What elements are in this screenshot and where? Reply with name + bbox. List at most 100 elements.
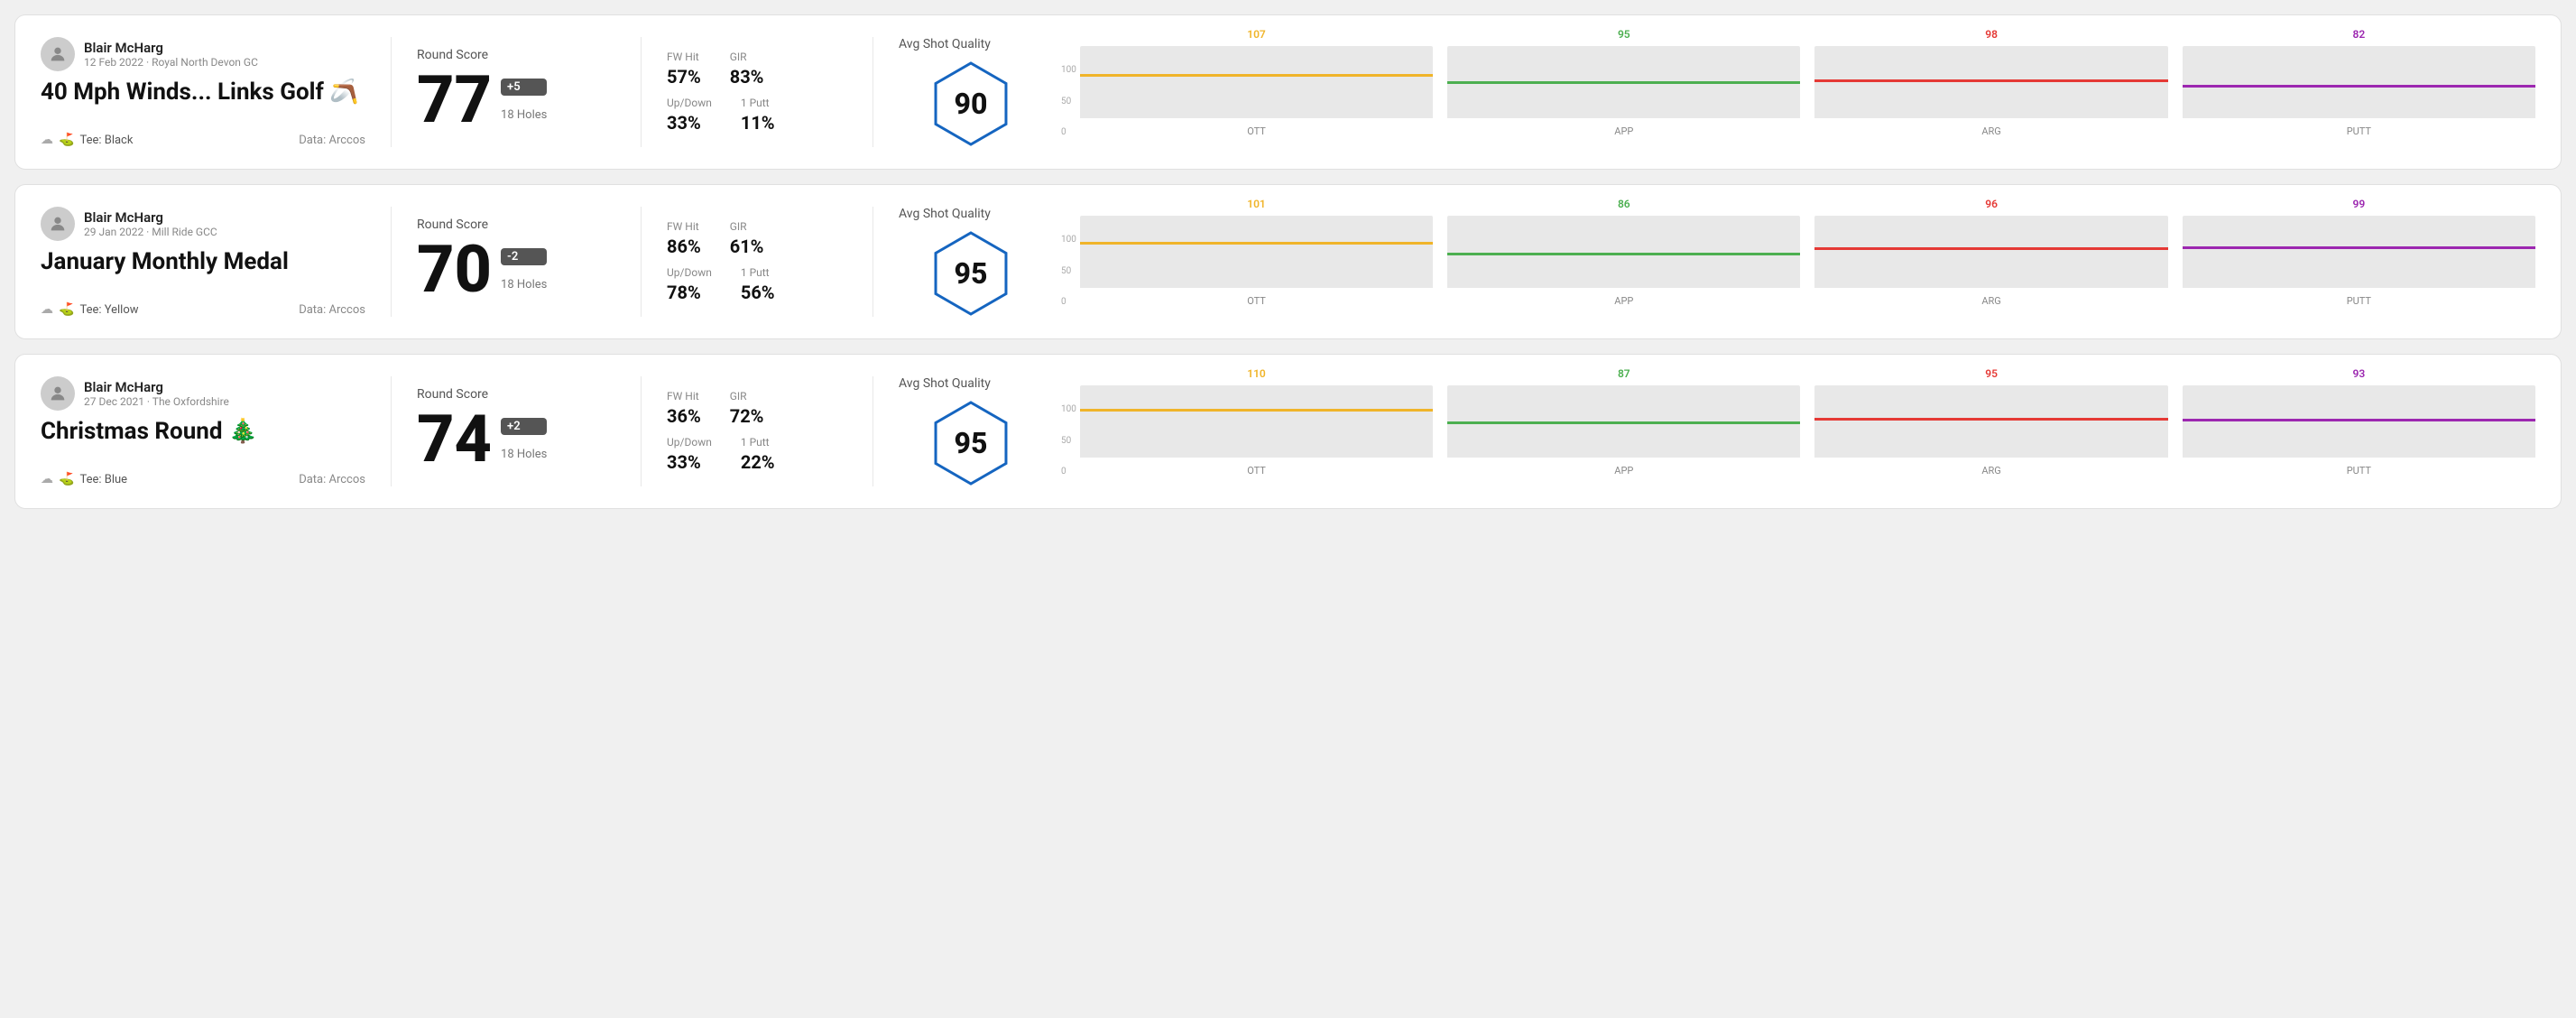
- bar-ott: [1080, 385, 1433, 458]
- quality-value: 95: [955, 426, 988, 460]
- fw-hit-stat: FW Hit 36%: [667, 390, 701, 427]
- oneputt-stat: 1 Putt 56%: [741, 266, 775, 303]
- user-info: Blair McHarg 27 Dec 2021 · The Oxfordshi…: [84, 379, 229, 408]
- hexagon-container: 95: [928, 230, 1014, 317]
- bar-arg: [1814, 385, 2167, 458]
- stats-section: FW Hit 86% GIR 61% Up/Down 78% 1 Putt 56…: [667, 207, 847, 317]
- fw-hit-label: FW Hit: [667, 51, 701, 63]
- updown-stat: Up/Down 78%: [667, 266, 712, 303]
- bar-label-ott: OTT: [1247, 465, 1266, 477]
- bar-group-putt: 82 PUTT: [2183, 28, 2535, 137]
- fw-hit-label: FW Hit: [667, 390, 701, 403]
- bar-app: [1447, 385, 1800, 458]
- fw-hit-stat: FW Hit 57%: [667, 51, 701, 88]
- quality-section: Avg Shot Quality 95: [899, 207, 1043, 317]
- round-left-section: Blair McHarg 29 Jan 2022 · Mill Ride GCC…: [41, 207, 365, 317]
- bar-value-putt: 82: [2353, 28, 2366, 41]
- bar-group-arg: 98 ARG: [1814, 28, 2167, 137]
- bar-value-arg: 95: [1985, 367, 1998, 380]
- bar-value-ott: 110: [1247, 367, 1266, 380]
- bar-group-app: 86 APP: [1447, 198, 1800, 307]
- divider: [641, 207, 642, 317]
- round-card: Blair McHarg 29 Jan 2022 · Mill Ride GCC…: [14, 184, 2562, 339]
- gir-label: GIR: [730, 220, 764, 233]
- quality-label: Avg Shot Quality: [899, 207, 991, 221]
- round-title: Christmas Round 🎄: [41, 418, 365, 445]
- fw-hit-value: 57%: [667, 66, 701, 88]
- bar-value-ott: 107: [1247, 28, 1266, 41]
- gir-stat: GIR 72%: [730, 390, 764, 427]
- gir-stat: GIR 61%: [730, 220, 764, 257]
- stats-row-top: FW Hit 57% GIR 83%: [667, 51, 847, 88]
- round-card: Blair McHarg 12 Feb 2022 · Royal North D…: [14, 14, 2562, 170]
- score-section: Round Score 70 -2 18 Holes: [417, 207, 615, 317]
- oneputt-label: 1 Putt: [741, 97, 775, 109]
- oneputt-label: 1 Putt: [741, 266, 775, 279]
- quality-section: Avg Shot Quality 90: [899, 37, 1043, 147]
- bar-ott: [1080, 46, 1433, 118]
- chart-section: 100 50 0 107 OTT 95 APP: [1043, 37, 2535, 147]
- bar-label-app: APP: [1614, 295, 1633, 307]
- round-left-section: Blair McHarg 12 Feb 2022 · Royal North D…: [41, 37, 365, 147]
- score-holes: 18 Holes: [501, 448, 547, 461]
- stats-section: FW Hit 57% GIR 83% Up/Down 33% 1 Putt 11…: [667, 37, 847, 147]
- divider: [641, 376, 642, 486]
- score-modifier: +2: [501, 418, 547, 435]
- user-info: Blair McHarg 29 Jan 2022 · Mill Ride GCC: [84, 209, 217, 238]
- bar-value-app: 95: [1618, 28, 1630, 41]
- tee-label: Tee: Black: [79, 134, 133, 147]
- tee-info: ☁ ⛳ Tee: Blue: [41, 472, 127, 486]
- quality-label: Avg Shot Quality: [899, 376, 991, 391]
- bar-value-arg: 98: [1985, 28, 1998, 41]
- bar-label-arg: ARG: [1981, 125, 2000, 137]
- score-main: 74 +2 18 Holes: [417, 407, 615, 472]
- user-name: Blair McHarg: [84, 209, 217, 226]
- oneputt-stat: 1 Putt 11%: [741, 97, 775, 134]
- score-modifier: +5: [501, 79, 547, 96]
- fw-hit-label: FW Hit: [667, 220, 701, 233]
- data-source: Data: Arccos: [299, 473, 365, 486]
- bar-value-putt: 99: [2353, 198, 2366, 210]
- score-section: Round Score 74 +2 18 Holes: [417, 376, 615, 486]
- bar-value-app: 86: [1618, 198, 1630, 210]
- score-label: Round Score: [417, 217, 615, 232]
- updown-value: 33%: [667, 112, 712, 134]
- divider: [641, 37, 642, 147]
- hexagon-container: 90: [928, 60, 1014, 147]
- bar-putt: [2183, 216, 2535, 288]
- gir-value: 61%: [730, 236, 764, 257]
- weather-icon: ☁: [41, 133, 53, 147]
- updown-label: Up/Down: [667, 97, 712, 109]
- updown-stat: Up/Down 33%: [667, 436, 712, 473]
- bar-putt: [2183, 385, 2535, 458]
- bar-label-app: APP: [1614, 465, 1633, 477]
- updown-stat: Up/Down 33%: [667, 97, 712, 134]
- divider: [391, 207, 392, 317]
- stats-row-top: FW Hit 86% GIR 61%: [667, 220, 847, 257]
- bottom-row: ☁ ⛳ Tee: Blue Data: Arccos: [41, 472, 365, 486]
- bar-arg: [1814, 46, 2167, 118]
- bar-group-putt: 99 PUTT: [2183, 198, 2535, 307]
- tee-icon: ⛳: [59, 133, 74, 147]
- weather-icon: ☁: [41, 302, 53, 317]
- score-main: 77 +5 18 Holes: [417, 68, 615, 133]
- bar-label-app: APP: [1614, 125, 1633, 137]
- tee-info: ☁ ⛳ Tee: Yellow: [41, 302, 139, 317]
- oneputt-value: 11%: [741, 112, 775, 134]
- score-number: 70: [417, 237, 492, 302]
- tee-label: Tee: Yellow: [79, 303, 138, 317]
- oneputt-stat: 1 Putt 22%: [741, 436, 775, 473]
- user-date: 29 Jan 2022 · Mill Ride GCC: [84, 226, 217, 238]
- score-label: Round Score: [417, 387, 615, 402]
- bar-group-app: 95 APP: [1447, 28, 1800, 137]
- divider: [391, 376, 392, 486]
- bar-app: [1447, 216, 1800, 288]
- bar-label-putt: PUTT: [2347, 465, 2371, 477]
- bar-label-ott: OTT: [1247, 125, 1266, 137]
- user-date: 12 Feb 2022 · Royal North Devon GC: [84, 56, 258, 69]
- stats-row-bottom: Up/Down 33% 1 Putt 22%: [667, 436, 847, 473]
- user-row: Blair McHarg 29 Jan 2022 · Mill Ride GCC: [41, 207, 365, 241]
- bar-label-arg: ARG: [1981, 465, 2000, 477]
- bar-putt: [2183, 46, 2535, 118]
- stats-row-top: FW Hit 36% GIR 72%: [667, 390, 847, 427]
